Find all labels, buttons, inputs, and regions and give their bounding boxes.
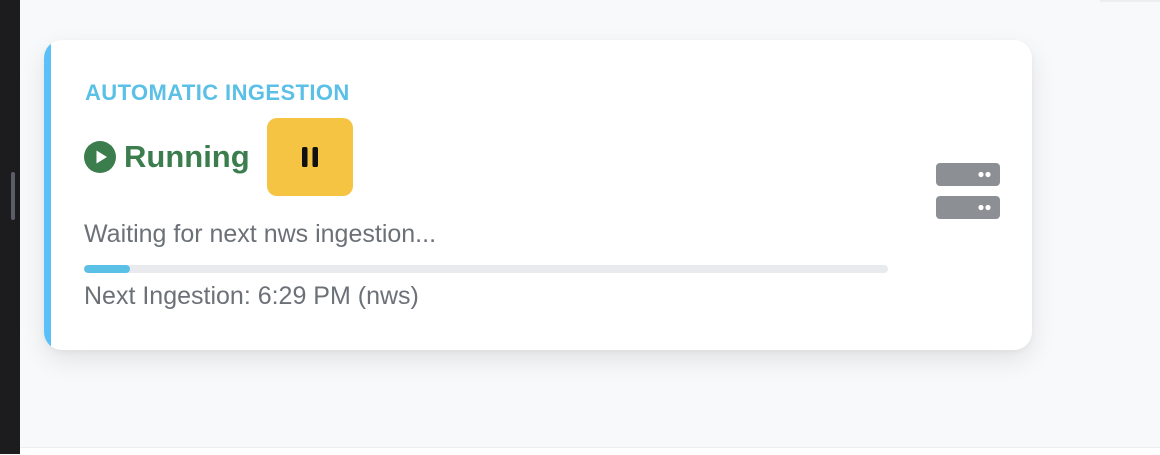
top-right-panel-edge (1100, 0, 1160, 2)
left-panel-edge (0, 0, 20, 454)
play-circle-icon (84, 141, 116, 173)
status-label: Running (124, 139, 250, 174)
pause-button[interactable] (266, 118, 353, 196)
panel-resize-handle[interactable] (11, 172, 15, 220)
automatic-ingestion-card: AUTOMATIC INGESTION Running Waiting for … (44, 40, 1032, 350)
status-row: Running (84, 118, 353, 196)
card-accent-bar (44, 40, 51, 350)
next-ingestion-text: Next Ingestion: 6:29 PM (nws) (84, 282, 419, 310)
card-title: AUTOMATIC INGESTION (85, 80, 350, 105)
server-icon (936, 163, 1000, 219)
ingestion-progress-bar (84, 265, 888, 273)
pause-icon (301, 147, 318, 167)
ingestion-progress-fill (84, 265, 130, 273)
status-message: Waiting for next nws ingestion... (84, 220, 437, 248)
